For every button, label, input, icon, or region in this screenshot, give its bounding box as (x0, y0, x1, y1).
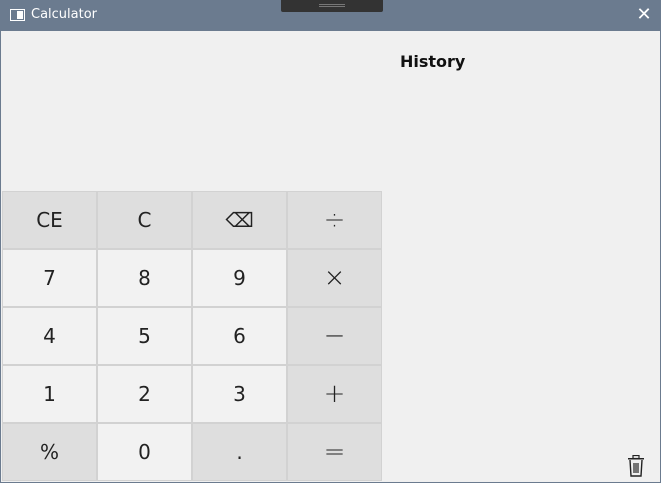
key-percent-button[interactable]: % (2, 423, 97, 481)
key-multiply-button[interactable]: × (287, 249, 382, 307)
key-9-button[interactable]: 9 (192, 249, 287, 307)
key-2-button[interactable]: 2 (97, 365, 192, 423)
window-title: Calculator (31, 7, 98, 22)
key-5-button[interactable]: 5 (97, 307, 192, 365)
key-add-button[interactable]: + (287, 365, 382, 423)
drag-handle[interactable] (281, 0, 383, 12)
key-4-button[interactable]: 4 (2, 307, 97, 365)
calculator-app-icon (10, 9, 25, 21)
key-subtract-button[interactable]: − (287, 307, 382, 365)
keypad: CE C ⌫ ÷ 7 8 9 × 4 5 6− 1 2 3 +% 0. = (2, 191, 382, 481)
close-icon[interactable]: ✕ (634, 5, 654, 25)
key-equals-button[interactable]: = (287, 423, 382, 481)
key-backspace-button[interactable]: ⌫ (192, 191, 287, 249)
key-3-button[interactable]: 3 (192, 365, 287, 423)
trash-icon[interactable] (627, 455, 645, 477)
key-8-button[interactable]: 8 (97, 249, 192, 307)
key-ce-button[interactable]: CE (2, 191, 97, 249)
key-decimal-button[interactable]: . (192, 423, 287, 481)
key-c-button[interactable]: C (97, 191, 192, 249)
key-0-button[interactable]: 0 (97, 423, 192, 481)
key-divide-button[interactable]: ÷ (287, 191, 382, 249)
key-6-button[interactable]: 6 (192, 307, 287, 365)
calculator-window: Calculator ✕ History CE C ⌫ ÷ 7 8 9 × 4 5 6− 1 2 3 +% 0… (0, 0, 661, 483)
key-1-button[interactable]: 1 (2, 365, 97, 423)
title-bar[interactable]: Calculator ✕ (1, 0, 661, 31)
key-7-button[interactable]: 7 (2, 249, 97, 307)
history-heading: History (400, 52, 466, 71)
